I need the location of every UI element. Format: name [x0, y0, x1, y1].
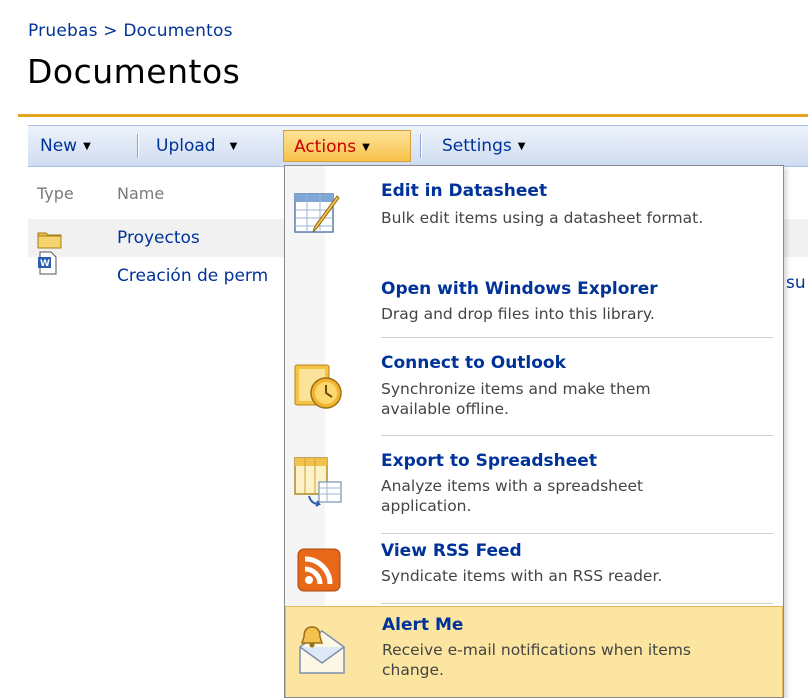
menu-item-description: Receive e-mail notifications when items …	[382, 641, 691, 679]
menu-item-title: Alert Me	[382, 615, 464, 635]
column-header-type[interactable]: Type	[37, 184, 74, 203]
svg-text:W: W	[40, 259, 50, 269]
datasheet-icon	[293, 188, 343, 242]
toolbar-separator	[137, 134, 138, 158]
chevron-down-icon: ▼	[83, 141, 91, 152]
menu-item-connect-to-outlook[interactable]: Connect to Outlook Synchronize items and…	[285, 339, 783, 434]
new-button-label: New	[40, 136, 78, 156]
chevron-down-icon: ▼	[517, 141, 526, 152]
actions-button-label: Actions	[294, 137, 357, 157]
menu-item-description: Syndicate items with an RSS reader.	[381, 567, 663, 585]
document-name-link[interactable]: Proyectos	[117, 228, 200, 248]
settings-menu-button[interactable]: Settings ▼	[432, 130, 535, 162]
document-name-link[interactable]: Creación de perm	[117, 266, 268, 286]
upload-button-label: Upload	[156, 136, 216, 156]
breadcrumb-link-documentos[interactable]: Documentos	[123, 21, 232, 41]
new-menu-button[interactable]: New ▼	[30, 130, 101, 162]
upload-menu-button[interactable]: Upload ▼	[146, 130, 247, 162]
alert-bell-icon	[294, 621, 348, 681]
menu-separator	[381, 603, 773, 604]
chevron-down-icon: ▼	[229, 141, 238, 152]
title-divider	[18, 114, 808, 117]
rss-icon	[297, 548, 341, 596]
menu-item-description: Bulk edit items using a datasheet format…	[381, 209, 704, 227]
list-toolbar: New ▼ Upload ▼ Actions ▼ Settings ▼	[28, 125, 808, 167]
menu-item-title: Edit in Datasheet	[381, 181, 548, 201]
menu-item-description: Analyze items with a spreadsheet applica…	[381, 477, 644, 515]
settings-button-label: Settings	[442, 136, 512, 156]
actions-menu-button[interactable]: Actions ▼	[283, 130, 411, 162]
outlook-icon	[293, 361, 345, 415]
menu-item-description: Synchronize items and make them availabl…	[381, 380, 651, 418]
page-title: Documentos	[27, 52, 241, 91]
menu-item-open-with-windows-explorer[interactable]: Open with Windows Explorer Drag and drop…	[285, 263, 783, 335]
word-document-icon: W	[37, 251, 59, 279]
column-header-name[interactable]: Name	[117, 184, 164, 203]
menu-item-title: Export to Spreadsheet	[381, 451, 597, 471]
menu-item-export-to-spreadsheet[interactable]: Export to Spreadsheet Analyze items with…	[285, 436, 783, 532]
breadcrumb-link-pruebas[interactable]: Pruebas	[28, 21, 98, 41]
folder-icon	[37, 229, 63, 253]
menu-item-title: View RSS Feed	[381, 541, 522, 561]
menu-separator	[381, 337, 773, 338]
breadcrumb: Pruebas > Documentos	[28, 21, 233, 41]
actions-dropdown-menu: Edit in Datasheet Bulk edit items using …	[284, 165, 784, 698]
truncated-cell-text: su	[786, 273, 806, 293]
spreadsheet-icon	[293, 450, 343, 514]
menu-item-description: Drag and drop files into this library.	[381, 305, 655, 323]
menu-item-alert-me[interactable]: Alert Me Receive e-mail notifications wh…	[285, 606, 783, 697]
chevron-down-icon: ▼	[362, 142, 370, 153]
breadcrumb-separator: >	[103, 21, 118, 41]
menu-item-title: Open with Windows Explorer	[381, 279, 658, 299]
menu-item-view-rss-feed[interactable]: View RSS Feed Syndicate items with an RS…	[285, 534, 783, 606]
menu-item-title: Connect to Outlook	[381, 353, 566, 373]
toolbar-separator	[420, 134, 421, 158]
menu-item-edit-in-datasheet[interactable]: Edit in Datasheet Bulk edit items using …	[285, 166, 783, 261]
